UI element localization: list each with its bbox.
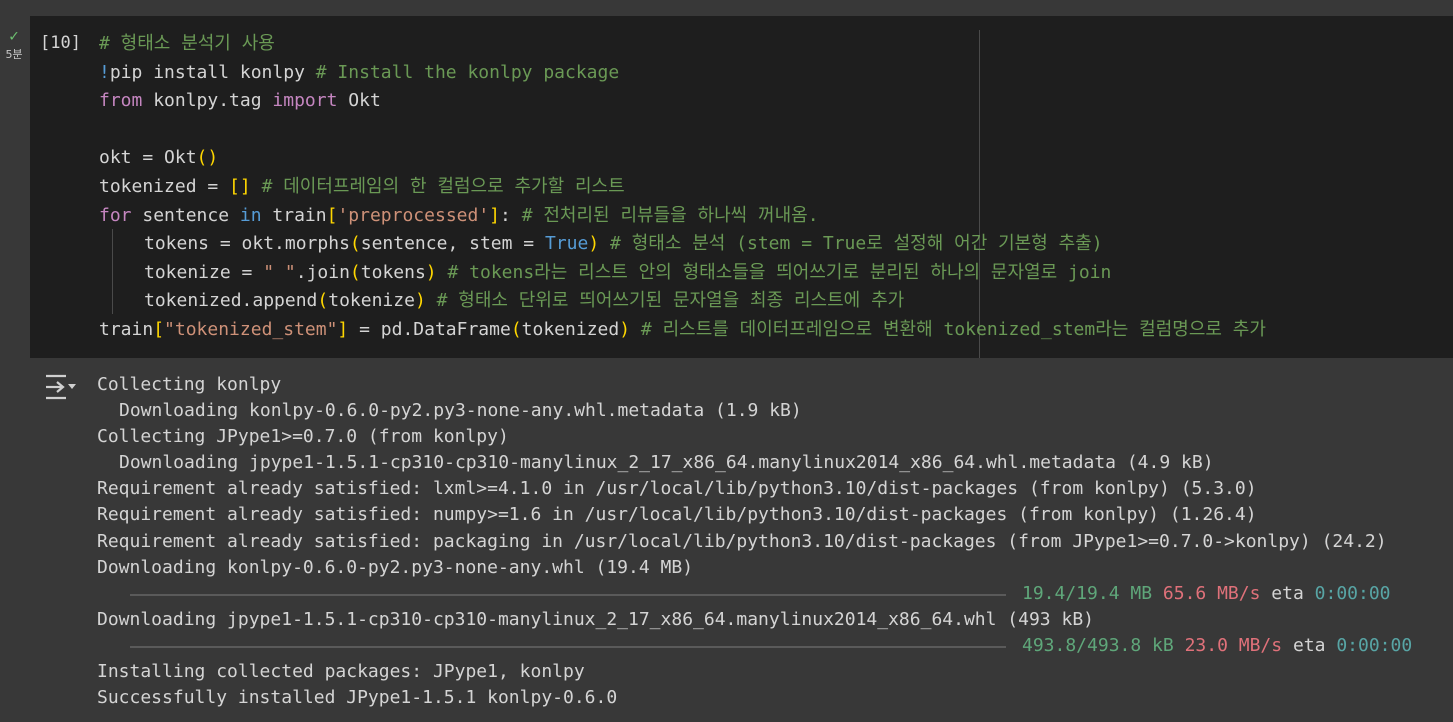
- output-line: Successfully installed JPype1-1.5.1 konl…: [97, 687, 618, 709]
- output-line: Downloading jpype1-1.5.1-cp310-cp310-man…: [97, 608, 1094, 630]
- code-line-7: for sentence in train['preprocessed']: #…: [99, 204, 819, 226]
- output-line: Downloading jpype1-1.5.1-cp310-cp310-man…: [119, 452, 1214, 474]
- code-line-11: train["tokenized_stem"] = pd.DataFrame(t…: [99, 318, 1266, 340]
- code-line-10: tokenized.append(tokenize) # 형태소 단위로 띄어쓰…: [144, 290, 905, 312]
- output-line: Requirement already satisfied: lxml>=4.1…: [97, 478, 1257, 500]
- output-text: Collecting konlpy Downloading konlpy-0.6.…: [97, 372, 1412, 711]
- execution-count[interactable]: [10]: [40, 33, 81, 53]
- output-line: Downloading konlpy-0.6.0-py2.py3-none-an…: [97, 556, 694, 578]
- output-line: Requirement already satisfied: numpy>=1.…: [97, 504, 1257, 526]
- output-line: Collecting JPype1>=0.7.0 (from konlpy): [97, 426, 509, 448]
- code-line-6: tokenized = [] # 데이터프레임의 한 컬럼으로 추가할 리스트: [99, 175, 625, 197]
- code-line-3: from konlpy.tag import Okt: [99, 90, 381, 112]
- progress-stats: 19.4/19.4 MB 65.6 MB/s eta 0:00:00: [1022, 582, 1391, 604]
- code-line-8: tokens = okt.morphs(sentence, stem = Tru…: [144, 233, 1103, 255]
- cell-gutter: ✓ 5분: [0, 28, 28, 62]
- progress-stats: 493.8/493.8 kB 23.0 MB/s eta 0:00:00: [1022, 634, 1413, 656]
- code-editor[interactable]: # 형태소 분석기 사용 !pip install konlpy # Instal…: [99, 30, 1266, 345]
- code-line-1: # 형태소 분석기 사용: [99, 33, 275, 54]
- code-line-9: tokenize = " ".join(tokens) # tokens라는 리…: [144, 261, 1112, 283]
- code-line-5: okt = Okt(): [99, 147, 219, 169]
- download-progress-1: 19.4/19.4 MB 65.6 MB/s eta 0:00:00: [97, 581, 1391, 607]
- download-progress-2: 493.8/493.8 kB 23.0 MB/s eta 0:00:00: [97, 633, 1412, 659]
- output-toggle-icon[interactable]: [44, 373, 78, 401]
- cell-runtime: 5분: [5, 48, 23, 61]
- check-icon: ✓: [9, 26, 19, 45]
- output-line: Downloading konlpy-0.6.0-py2.py3-none-an…: [119, 400, 802, 422]
- output-line: Installing collected packages: JPype1, k…: [97, 661, 585, 683]
- cell-output: Collecting konlpy Downloading konlpy-0.6.…: [0, 358, 1453, 722]
- progress-bar: [130, 645, 1006, 648]
- output-line: Collecting konlpy: [97, 374, 282, 395]
- progress-bar: [130, 593, 1006, 596]
- output-line: Requirement already satisfied: packaging…: [97, 530, 1387, 552]
- code-line-2: !pip install konlpy # Install the konlpy…: [99, 61, 620, 83]
